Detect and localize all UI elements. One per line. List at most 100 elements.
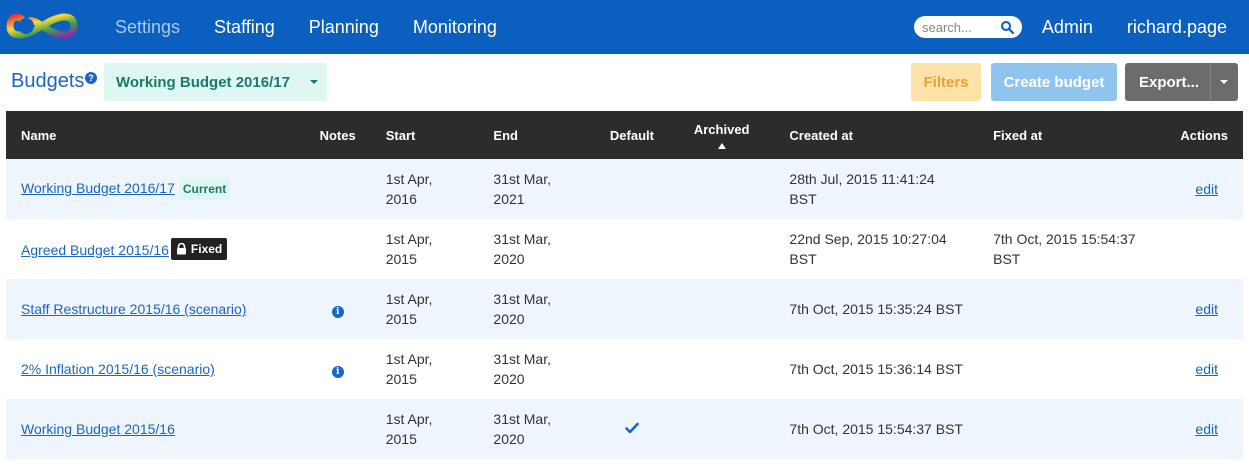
fixed-badge: Fixed	[170, 238, 228, 260]
edit-link[interactable]: edit	[1195, 421, 1218, 437]
search-input[interactable]	[922, 19, 1002, 35]
cell-start: 1st Apr, 2015	[385, 231, 433, 267]
page-title: Budgets	[11, 70, 85, 92]
cell-fixed	[978, 159, 1165, 219]
cell-fixed	[978, 399, 1165, 459]
main-nav: Settings Staffing Planning Monitoring	[98, 0, 514, 54]
col-fixed[interactable]: Fixed at	[978, 111, 1165, 159]
chevron-down-icon	[1220, 80, 1228, 84]
cell-actions: edit	[1165, 159, 1243, 219]
cell-archived	[669, 399, 774, 459]
fixed-badge-label: Fixed	[190, 242, 223, 256]
user-nav: Admin richard.page	[1030, 0, 1249, 54]
nav-planning[interactable]: Planning	[292, 17, 396, 38]
cell-end: 31st Mar, 2020	[493, 411, 552, 447]
cell-end: 31st Mar, 2020	[493, 291, 552, 327]
cell-created: 28th Jul, 2015 11:41:24 BST	[789, 171, 935, 207]
cell-start: 1st Apr, 2015	[385, 411, 433, 447]
cell-end: 31st Mar, 2020	[493, 351, 552, 387]
cell-name: Working Budget 2015/16	[6, 399, 305, 459]
edit-link[interactable]: edit	[1195, 181, 1218, 197]
cell-actions: edit	[1165, 279, 1243, 339]
help-icon[interactable]: ?	[85, 72, 97, 84]
cell-start: 1st Apr, 2015	[385, 351, 433, 387]
col-actions: Actions	[1180, 127, 1228, 143]
cell-notes	[305, 219, 371, 279]
table-row: 2% Inflation 2015/16 (scenario) i 1st Apr,…	[6, 339, 1243, 399]
current-badge: Current	[178, 178, 231, 200]
cell-default	[595, 339, 669, 399]
checkmark-icon	[625, 422, 639, 434]
table-row: Working Budget 2015/16 1st Apr, 2015 31st …	[6, 399, 1243, 459]
budget-select[interactable]: Working Budget 2016/17	[104, 63, 327, 101]
admin-link[interactable]: Admin	[1030, 17, 1115, 38]
budgets-table: Name Notes Start End Default Archived Cr…	[6, 111, 1243, 459]
budget-name-link[interactable]: Working Budget 2016/17	[21, 180, 175, 196]
budget-select-value: Working Budget 2016/17	[116, 73, 290, 91]
edit-link[interactable]: edit	[1195, 301, 1218, 317]
sort-ascending-icon	[717, 142, 726, 149]
create-budget-button[interactable]: Create budget	[991, 63, 1117, 101]
cell-start: 1st Apr, 2015	[385, 291, 433, 327]
top-navbar: Settings Staffing Planning Monitoring Ad…	[0, 0, 1249, 54]
nav-staffing[interactable]: Staffing	[197, 17, 292, 38]
cell-notes	[305, 159, 371, 219]
cell-created: 22nd Sep, 2015 10:27:04 BST	[789, 231, 947, 267]
export-button-label: Export...	[1139, 73, 1200, 91]
table-header-row: Name Notes Start End Default Archived Cr…	[6, 111, 1243, 159]
cell-created: 7th Oct, 2015 15:36:14 BST	[789, 361, 963, 377]
export-button[interactable]: Export...	[1125, 63, 1238, 101]
cell-notes: i	[305, 279, 371, 339]
col-created[interactable]: Created at	[774, 111, 978, 159]
export-dropdown-toggle[interactable]	[1210, 63, 1238, 101]
infinity-logo-icon[interactable]	[6, 6, 78, 46]
cell-end: 31st Mar, 2020	[493, 231, 552, 267]
nav-monitoring[interactable]: Monitoring	[396, 17, 514, 38]
cell-notes	[305, 399, 371, 459]
col-archived[interactable]: Archived	[669, 111, 774, 159]
col-name[interactable]: Name	[6, 111, 305, 159]
col-archived-label: Archived	[693, 121, 750, 137]
budgets-table-body: Working Budget 2016/17 Current 1st Apr, 20…	[6, 159, 1243, 459]
budget-name-link[interactable]: 2% Inflation 2015/16 (scenario)	[21, 361, 215, 377]
cell-name: Staff Restructure 2015/16 (scenario)	[6, 279, 305, 339]
cell-archived	[669, 159, 774, 219]
col-end[interactable]: End	[478, 111, 594, 159]
cell-default	[595, 159, 669, 219]
cell-archived	[669, 219, 774, 279]
user-menu[interactable]: richard.page	[1115, 17, 1249, 38]
cell-name: Agreed Budget 2015/16 Fixed	[6, 219, 305, 279]
table-row: Agreed Budget 2015/16 Fixed 1st Apr, 2015 3…	[6, 219, 1243, 279]
cell-actions: edit	[1165, 339, 1243, 399]
search-box	[914, 16, 1022, 38]
col-notes[interactable]: Notes	[305, 111, 371, 159]
lock-icon	[176, 243, 186, 255]
cell-actions	[1165, 219, 1243, 279]
cell-name: Working Budget 2016/17 Current	[6, 159, 305, 219]
budget-name-link[interactable]: Staff Restructure 2015/16 (scenario)	[21, 301, 246, 317]
cell-archived	[669, 279, 774, 339]
cell-default	[595, 279, 669, 339]
cell-created: 7th Oct, 2015 15:54:37 BST	[789, 421, 963, 437]
col-start[interactable]: Start	[371, 111, 479, 159]
edit-link[interactable]: edit	[1195, 361, 1218, 377]
info-icon[interactable]: i	[331, 366, 344, 378]
info-icon[interactable]: i	[331, 306, 344, 318]
table-row: Staff Restructure 2015/16 (scenario) i 1st…	[6, 279, 1243, 339]
cell-fixed	[978, 339, 1165, 399]
nav-settings[interactable]: Settings	[98, 17, 197, 38]
cell-archived	[669, 339, 774, 399]
cell-start: 1st Apr, 2016	[385, 171, 433, 207]
cell-fixed: 7th Oct, 2015 15:54:37 BST	[993, 231, 1136, 267]
cell-notes: i	[305, 339, 371, 399]
cell-fixed	[978, 279, 1165, 339]
budget-name-link[interactable]: Agreed Budget 2015/16	[21, 242, 169, 258]
page-toolbar: Budgets ? Working Budget 2016/17 Filters…	[0, 54, 1249, 110]
filters-button[interactable]: Filters	[911, 63, 981, 101]
chevron-down-icon	[310, 80, 318, 84]
col-default[interactable]: Default	[595, 111, 669, 159]
cell-name: 2% Inflation 2015/16 (scenario)	[6, 339, 305, 399]
budget-name-link[interactable]: Working Budget 2015/16	[21, 421, 175, 437]
cell-default	[595, 399, 669, 459]
search-icon[interactable]	[1000, 20, 1014, 34]
